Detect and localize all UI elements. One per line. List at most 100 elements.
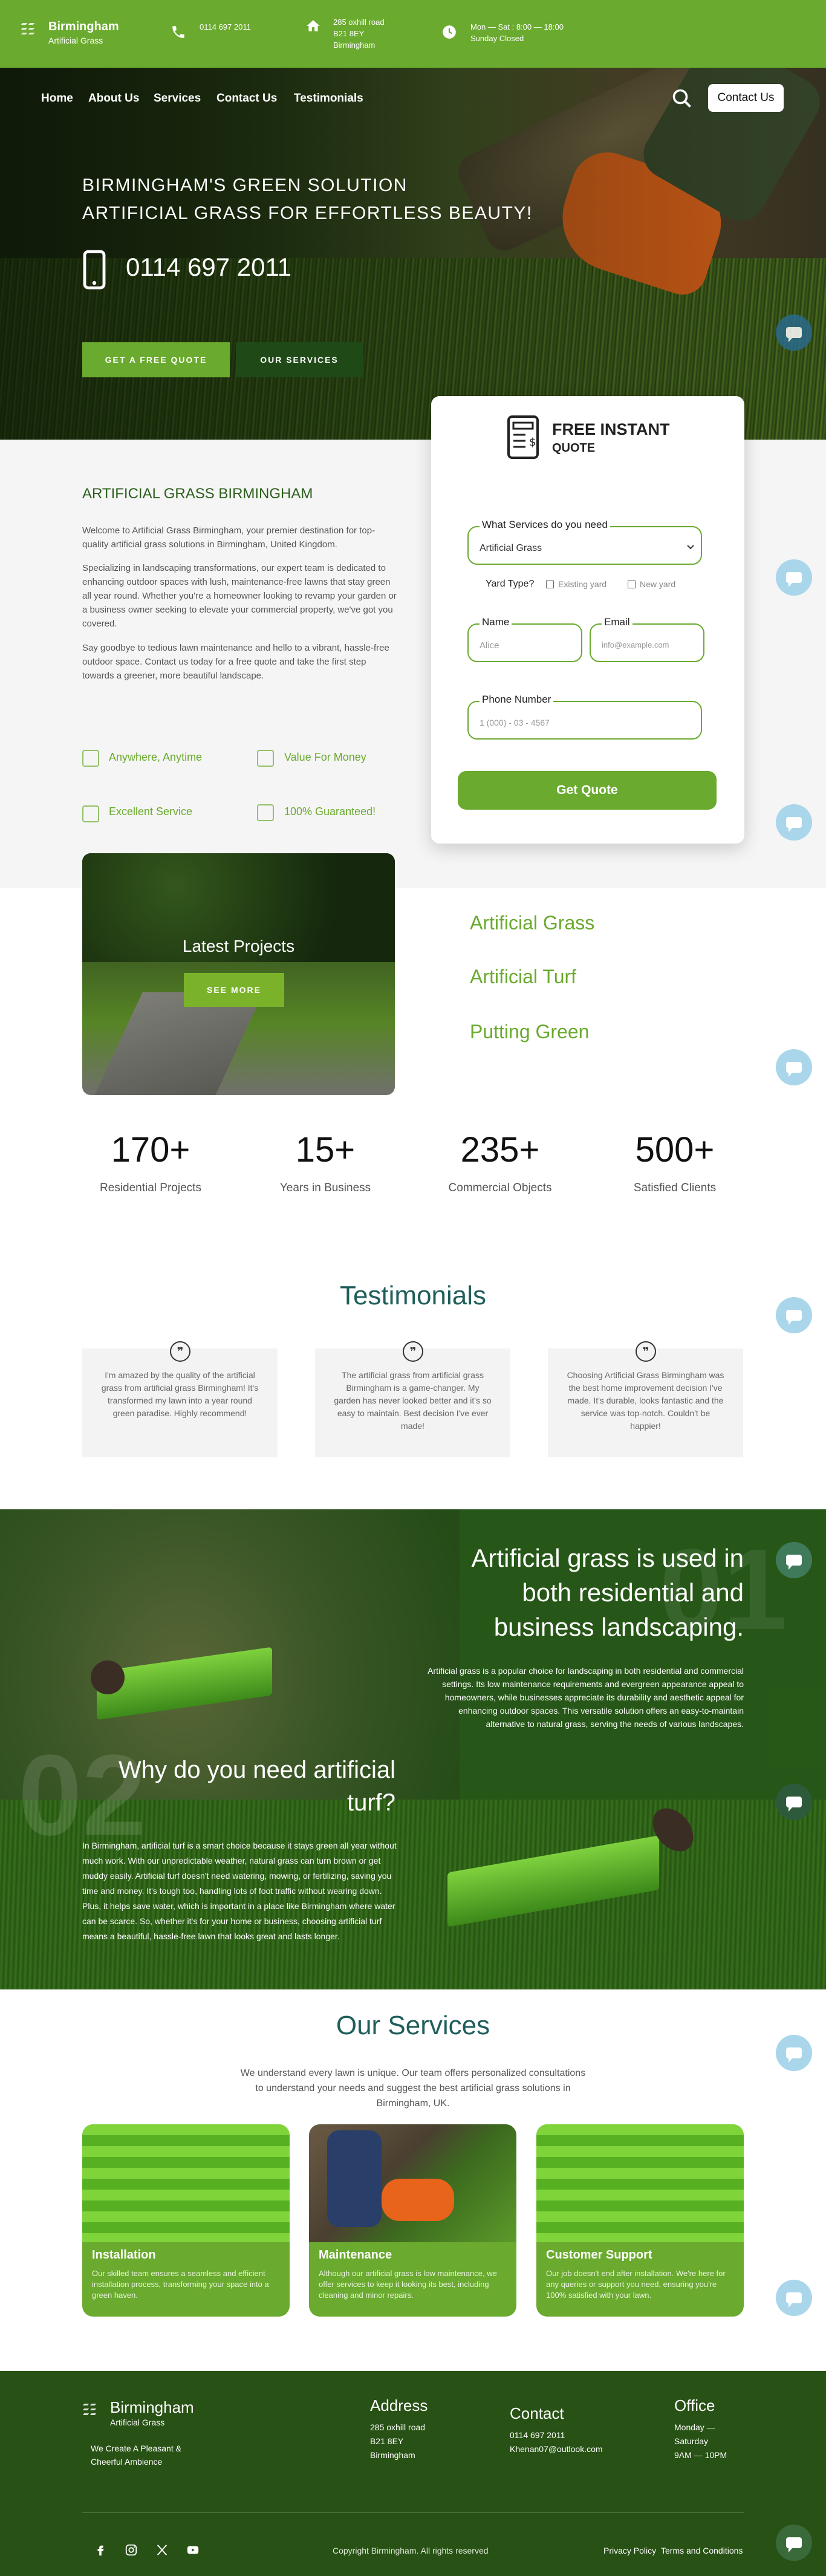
service-image xyxy=(82,2124,290,2242)
service-title: Customer Support xyxy=(546,2248,652,2262)
service-select[interactable]: Artificial Grass xyxy=(467,526,702,565)
quote-icon: ❞ xyxy=(636,1341,656,1362)
chat-bubble-icon[interactable] xyxy=(776,2280,812,2316)
privacy-policy-link[interactable]: Privacy Policy xyxy=(603,2546,656,2555)
existing-yard-label: Existing yard xyxy=(558,579,607,589)
footer-address-2: B21 8EY xyxy=(370,2436,404,2446)
uses-heading: Artificial grass is used in both residen… xyxy=(471,1544,744,1641)
name-label: Name xyxy=(480,616,512,628)
chat-bubble-icon[interactable] xyxy=(776,804,812,841)
footer-contact-title: Contact xyxy=(510,2404,564,2422)
home-icon xyxy=(307,20,320,31)
project-link-putting-green[interactable]: Putting Green xyxy=(470,1021,589,1043)
stat-years-label: Years in Business xyxy=(279,1182,371,1194)
nav-services[interactable]: Services xyxy=(154,92,201,105)
stat-years-number: 15+ xyxy=(295,1130,356,1169)
chat-bubble-icon[interactable] xyxy=(776,1784,812,1820)
service-card-maintenance[interactable]: Maintenance Although our artificial gras… xyxy=(309,2124,516,2317)
get-free-quote-button[interactable]: GET A FREE QUOTE xyxy=(82,342,230,377)
footer-tagline-1: We Create A Pleasant & xyxy=(91,2444,181,2453)
feature-service: Excellent Service xyxy=(109,805,193,818)
project-link-artificial-grass[interactable]: Artificial Grass xyxy=(470,912,594,934)
footer-phone[interactable]: 0114 697 2011 xyxy=(510,2430,565,2440)
stat-clients-label: Satisfied Clients xyxy=(633,1182,717,1194)
about-paragraph-3: Say goodbye to tedious lawn maintenance … xyxy=(82,643,389,681)
quote-form-card: $ FREE INSTANT QUOTE Artificial Grass Wh… xyxy=(431,396,744,844)
phone-icon xyxy=(172,26,184,38)
copyright-text: Copyright Birmingham. All rights reserve… xyxy=(333,2546,489,2555)
email-field[interactable]: info@example.com xyxy=(590,623,704,662)
phone-number-field[interactable]: 1 (000) - 03 - 4567 xyxy=(467,701,702,740)
mobile-phone-icon xyxy=(83,250,106,290)
instagram-icon[interactable] xyxy=(125,2543,138,2557)
testimonial-text: The artificial grass from artificial gra… xyxy=(334,1370,492,1431)
why-turf-text: In Birmingham, artificial turf is a smar… xyxy=(82,1841,397,1941)
new-yard-checkbox[interactable] xyxy=(628,581,636,588)
youtube-icon[interactable] xyxy=(186,2543,200,2557)
service-title: Maintenance xyxy=(319,2248,392,2262)
feature-value: Value For Money xyxy=(284,751,366,763)
footer-brand-name[interactable]: Birmingham xyxy=(110,2398,194,2417)
x-icon[interactable] xyxy=(155,2543,169,2557)
stat-residential-number: 170+ xyxy=(111,1130,190,1169)
chat-bubble-icon[interactable] xyxy=(776,1297,812,1333)
footer-address-1: 285 oxhill road xyxy=(370,2422,426,2432)
clock-icon xyxy=(443,25,456,39)
service-card-customer-support[interactable]: Customer Support Our job doesn't end aft… xyxy=(536,2124,744,2317)
testimonials-heading: Testimonials xyxy=(339,1281,487,1310)
chat-bubble-icon[interactable] xyxy=(776,1049,812,1085)
facebook-icon[interactable] xyxy=(94,2543,107,2557)
search-icon[interactable] xyxy=(671,88,693,109)
chevron-down-icon xyxy=(687,545,694,550)
quote-icon: ❞ xyxy=(403,1341,423,1362)
terms-link[interactable]: Terms and Conditions xyxy=(661,2546,743,2555)
chat-bubble-icon[interactable] xyxy=(776,314,812,351)
nav-home[interactable]: Home xyxy=(41,92,73,105)
footer-email[interactable]: Khenan07@outlook.com xyxy=(510,2444,603,2454)
service-card-installation[interactable]: Installation Our skilled team ensures a … xyxy=(82,2124,290,2317)
get-quote-button[interactable]: Get Quote xyxy=(458,771,717,810)
about-paragraph-1: Welcome to Artificial Grass Birmingham, … xyxy=(82,525,376,550)
chat-bubble-icon[interactable] xyxy=(776,2035,812,2071)
quote-icon: ❞ xyxy=(170,1341,190,1362)
topbar-address-1: 285 oxhill road xyxy=(333,18,385,27)
nav-about-us[interactable]: About Us xyxy=(88,92,139,105)
location-icon xyxy=(82,750,99,767)
chat-bubble-icon[interactable] xyxy=(776,559,812,596)
latest-projects-title: Latest Projects xyxy=(182,937,295,955)
our-services-button[interactable]: OUR SERVICES xyxy=(236,342,363,377)
brand-name[interactable]: Birmingham xyxy=(48,21,119,33)
footer-office-3: 9AM — 10PM xyxy=(674,2450,727,2460)
testimonial-text: I'm amazed by the quality of the artific… xyxy=(101,1370,259,1418)
footer-office-1: Monday — xyxy=(674,2422,715,2432)
services-heading: Our Services xyxy=(336,2011,490,2040)
services-intro: We understand every lawn is unique. Our … xyxy=(240,2068,586,2109)
see-more-button[interactable]: SEE MORE xyxy=(184,973,284,1007)
contact-us-button[interactable]: Contact Us xyxy=(708,84,784,112)
name-placeholder: Alice xyxy=(480,640,499,651)
name-field[interactable]: Alice xyxy=(467,623,582,662)
service-text: Although our artificial grass is low mai… xyxy=(319,2269,497,2300)
hero-section xyxy=(0,68,826,440)
existing-yard-checkbox[interactable] xyxy=(546,581,554,588)
service-text: Our skilled team ensures a seamless and … xyxy=(92,2269,269,2300)
chat-bubble-icon[interactable] xyxy=(776,2525,812,2561)
nav-testimonials[interactable]: Testimonials xyxy=(294,92,363,105)
testimonial-text: Choosing Artificial Grass Birmingham was… xyxy=(567,1370,724,1431)
stat-commercial-number: 235+ xyxy=(460,1130,540,1169)
service-image xyxy=(309,2124,516,2242)
why-turf-heading: Why do you need artificial turf? xyxy=(118,1757,395,1816)
project-link-artificial-turf[interactable]: Artificial Turf xyxy=(470,966,576,988)
guarantee-icon xyxy=(257,804,274,821)
service-image xyxy=(536,2124,744,2242)
nav-contact-us[interactable]: Contact Us xyxy=(216,92,277,105)
topbar-phone[interactable]: 0114 697 2011 xyxy=(200,22,251,33)
chat-bubble-icon[interactable] xyxy=(776,1542,812,1578)
feature-guarantee: 100% Guaranteed! xyxy=(284,805,376,818)
svg-text:$: $ xyxy=(529,436,536,449)
yard-type-label: Yard Type? xyxy=(486,579,535,589)
footer-address-title: Address xyxy=(370,2396,428,2415)
hero-phone[interactable]: 0114 697 2011 xyxy=(126,253,291,282)
topbar-hours-1: Mon — Sat : 8:00 — 18:00 xyxy=(470,22,564,31)
latest-projects-card[interactable]: Latest Projects SEE MORE xyxy=(82,853,395,1095)
